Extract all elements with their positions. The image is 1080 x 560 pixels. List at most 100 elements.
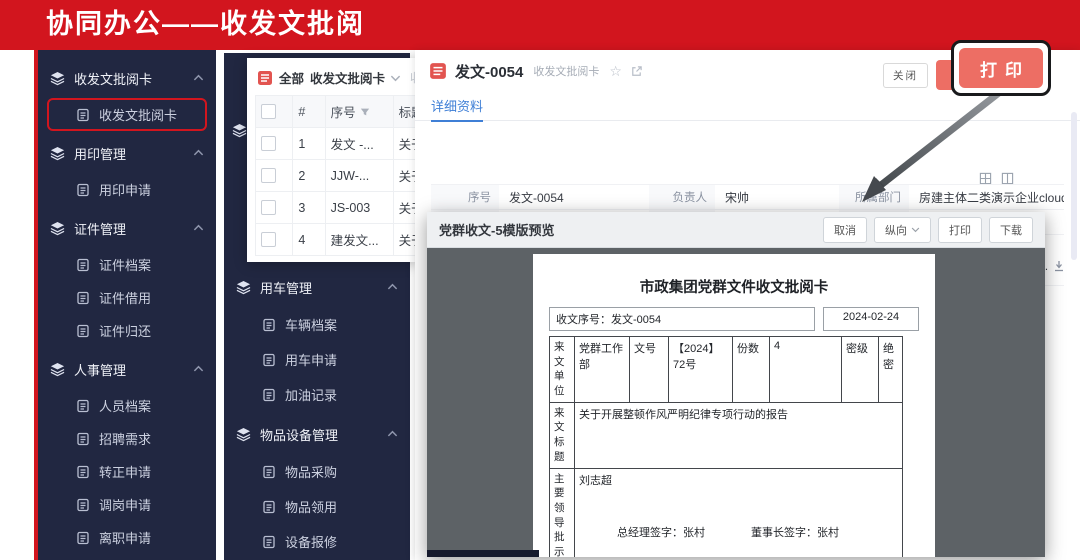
filter-icon[interactable] [360,107,370,117]
select-all-cell [256,96,293,128]
item-label: 车辆档案 [285,315,337,334]
sidebar-item-wupin-caigou[interactable]: 物品采购 [224,454,410,489]
sidebar-group-wupin-shebei[interactable]: 物品设备管理 [224,414,410,454]
sidebar-group-renshi[interactable]: 人事管理 [38,349,216,389]
sidebar-item-shebei-baoxiu[interactable]: 设备报修 [224,524,410,559]
chevron-down-icon[interactable] [390,74,401,82]
sidebar-item-zhengjian-guihuan[interactable]: 证件归还 [38,314,216,347]
layers-icon [236,427,251,442]
row-index: 1 [293,128,325,160]
row-serial-link[interactable]: 建发文... [325,224,393,256]
sidebar-item-wupin-lingyong[interactable]: 物品领用 [224,489,410,524]
sidebar-group-yongche[interactable]: 用车管理 [224,267,410,307]
chevron-up-icon [193,365,204,373]
doc-cell: 4 [770,337,842,403]
table-row[interactable]: 4 建发文... 关于组织 [256,224,418,256]
item-label: 调岗申请 [99,495,151,514]
orientation-dropdown[interactable]: 纵向 [874,217,931,243]
document-page: 市政集团党群文件收文批阅卡 收文序号：发文-0054 2024-02-24 来文… [533,254,935,557]
row-serial-link[interactable]: JS-003 [325,192,393,224]
table-row[interactable]: 3 JS-003 关于编制 [256,192,418,224]
detail-tabs: 详细资料 [415,92,1080,121]
sidebar-group-yongyin[interactable]: 用印管理 [38,133,216,173]
row-serial-link[interactable]: JJW-... [325,160,393,192]
group-label: 收发文批阅卡 [74,69,193,88]
vertical-label: 来文标题 [554,406,566,465]
row-index: 4 [293,224,325,256]
item-label: 用车申请 [285,350,337,369]
table-row[interactable]: 1 发文 -... 关于给予 [256,128,418,160]
title-banner: 协同办公——收发文批阅 [0,0,1080,50]
sidebar-item-zhuanzheng-shenqing[interactable]: 转正申请 [38,455,216,488]
doc-icon [76,465,90,479]
sidebar-group-zhengjian[interactable]: 证件管理 [38,208,216,248]
sidebar-item-diaogang-shenqing[interactable]: 调岗申请 [38,488,216,521]
row-checkbox[interactable] [261,136,276,151]
flag-icon [262,388,276,402]
person-link[interactable]: 宋帅 [715,185,839,209]
doc-cell: 份数 [733,337,770,403]
group-label: 物品设备管理 [260,425,387,444]
box-icon [76,324,90,338]
print-preview-modal: 党群收文-5模版预览 取消 纵向 打印 下载 市政集团党群文件收文批阅卡 收文序… [427,212,1045,557]
print-button[interactable]: 打印 [938,217,982,243]
table-row[interactable]: 2 JJW-... 关于开展 [256,160,418,192]
layers-icon [236,280,251,295]
item-label: 物品采购 [285,462,337,481]
download-button[interactable]: 下载 [989,217,1033,243]
horizontal-scrollbar[interactable] [427,550,539,557]
sidebar-item-lizhi-shenqing[interactable]: 离职申请 [38,521,216,554]
document-table: # 序号 标题 1 发文 -... 关于给予 2 JJW-... 关于开展 3 … [255,95,417,256]
row-serial-link[interactable]: 发文 -... [325,128,393,160]
print-callout: 打印 [951,40,1051,96]
row-title: 关于组织 [393,224,417,256]
group-label: 人事管理 [74,360,193,379]
row-checkbox[interactable] [261,232,276,247]
sidebar-group-shoufawen[interactable]: 收发文批阅卡 [38,58,216,98]
sidebar-item-zhengjian-jieyong[interactable]: 证件借用 [38,281,216,314]
item-label: 用印申请 [99,180,151,199]
sidebar-item-zhaopin-xuqiu[interactable]: 招聘需求 [38,422,216,455]
col-serial: 序号 [325,96,393,128]
row-title: 关于给予 [393,128,417,160]
group-label: 用车管理 [260,278,387,297]
layers-icon [232,123,247,138]
item-label: 招聘需求 [99,429,151,448]
doc-icon [76,258,90,272]
doc-icon [76,498,90,512]
external-link-icon[interactable] [630,65,643,78]
doc-icon [76,291,90,305]
layers-icon [50,71,65,86]
cancel-button[interactable]: 取消 [823,217,867,243]
doc-cell: 文号 [630,337,669,403]
document-type: 收发文批阅卡 [533,63,599,79]
chevron-up-icon [387,430,398,438]
sidebar-item-shoufawen-card[interactable]: 收发文批阅卡 [47,98,207,131]
download-icon[interactable] [1053,260,1064,272]
doc-icon [76,531,90,545]
star-icon[interactable]: ☆ [609,63,622,80]
page-title: 协同办公——收发文批阅 [0,0,1080,48]
document-id: 发文-0054 [455,61,523,82]
select-all-checkbox[interactable] [261,104,276,119]
sidebar-item-jiayou-jilu[interactable]: 加油记录 [224,377,410,412]
target-icon [76,432,90,446]
sidebar-item-renyuan-dangan[interactable]: 人员档案 [38,389,216,422]
layers-icon [50,146,65,161]
row-index: 2 [293,160,325,192]
sidebar-item-cheliang-dangan[interactable]: 车辆档案 [224,307,410,342]
sidebar-item-yongche-shenqing[interactable]: 用车申请 [224,342,410,377]
sidebar-item-yongyin-shenqing[interactable]: 用印申请 [38,173,216,206]
doc-serial: 收文序号：发文-0054 [549,307,815,331]
tab-detail-info[interactable]: 详细资料 [431,96,483,122]
doc-icon [262,500,276,514]
field-label: 所属部门 [839,185,909,209]
sidebar-item-zhengjian-dangan[interactable]: 证件档案 [38,248,216,281]
doc-icon [76,183,90,197]
row-checkbox[interactable] [261,200,276,215]
close-button[interactable]: 关闭 [883,63,928,88]
print-button-highlighted[interactable]: 打印 [959,48,1043,88]
row-checkbox[interactable] [261,168,276,183]
col-title: 标题 [393,96,417,128]
scrollbar[interactable] [1071,112,1077,260]
